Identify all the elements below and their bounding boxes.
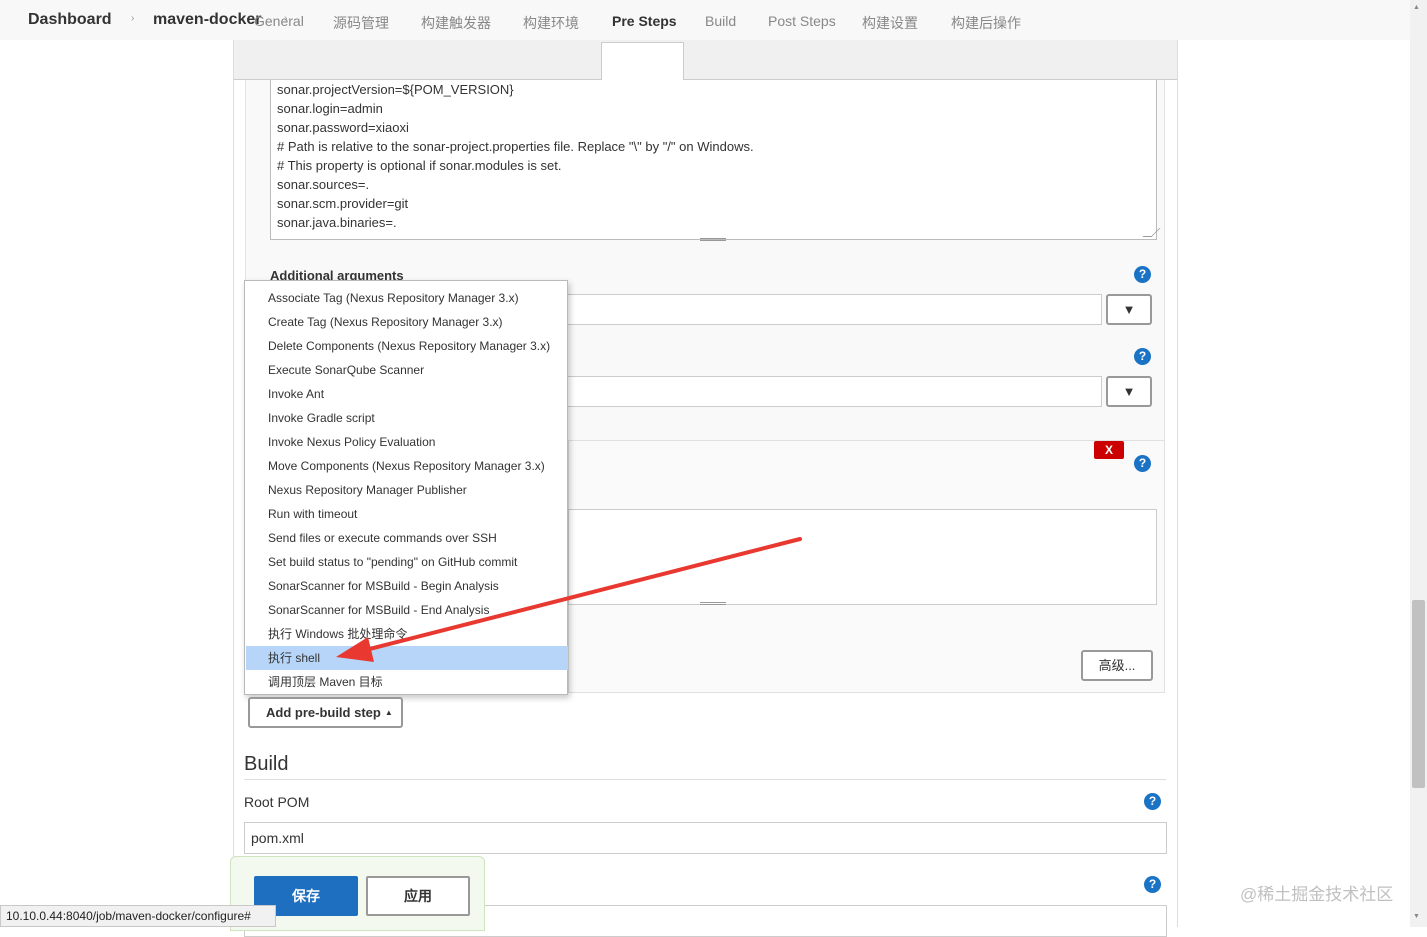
textarea-line: sonar.java.binaries=. [277, 215, 397, 230]
textarea-line: sonar.sources=. [277, 177, 370, 192]
analysis-properties-textarea[interactable]: sonar.projectVersion=${POM_VERSION} sona… [270, 80, 1157, 240]
textarea-line: sonar.scm.provider=git [277, 196, 409, 211]
menu-item[interactable]: 执行 Windows 批处理命令 [246, 622, 568, 646]
help-icon[interactable]: ? [1134, 455, 1151, 472]
menu-item[interactable]: Send files or execute commands over SSH [246, 526, 568, 550]
menu-item[interactable]: Set build status to "pending" on GitHub … [246, 550, 568, 574]
menu-item[interactable]: Associate Tag (Nexus Repository Manager … [246, 286, 568, 310]
menu-item[interactable]: SonarScanner for MSBuild - Begin Analysi… [246, 574, 568, 598]
expand-dropdown-button[interactable]: ▼ [1106, 294, 1152, 325]
textarea-resize-grip[interactable] [700, 602, 726, 605]
tab-build-environment[interactable]: 构建环境 [523, 13, 579, 33]
help-icon[interactable]: ? [1134, 348, 1151, 365]
menu-item[interactable]: Invoke Ant [246, 382, 568, 406]
menu-item[interactable]: Create Tag (Nexus Repository Manager 3.x… [246, 310, 568, 334]
watermark: @稀土掘金技术社区 [1240, 885, 1394, 904]
pre-build-step-menu: Associate Tag (Nexus Repository Manager … [244, 280, 568, 695]
menu-item[interactable]: Move Components (Nexus Repository Manage… [246, 454, 568, 478]
tab-general[interactable]: General [254, 13, 304, 29]
add-pre-build-step-label: Add pre-build step [266, 705, 381, 720]
menu-item[interactable]: Execute SonarQube Scanner [246, 358, 568, 382]
advanced-button[interactable]: 高级... [1081, 650, 1153, 681]
scroll-down-arrow-icon[interactable]: ▼ [1413, 913, 1420, 920]
tab-build[interactable]: Build [705, 13, 736, 29]
breadcrumb-dashboard-link[interactable]: Dashboard [28, 11, 112, 29]
root-pom-label: Root POM [244, 794, 310, 810]
tab-post-steps[interactable]: Post Steps [768, 13, 836, 29]
root-pom-input[interactable]: pom.xml [244, 822, 1167, 854]
textarea-line: sonar.login=admin [277, 101, 383, 116]
tab-post-build-actions[interactable]: 构建后操作 [951, 13, 1021, 33]
expand-dropdown-button[interactable]: ▼ [1106, 376, 1152, 407]
help-icon[interactable]: ? [1134, 266, 1151, 283]
menu-item[interactable]: Run with timeout [246, 502, 568, 526]
menu-item[interactable]: Delete Components (Nexus Repository Mana… [246, 334, 568, 358]
tab-pre-steps[interactable]: Pre Steps [612, 13, 677, 29]
section-divider [244, 779, 1166, 780]
apply-button[interactable]: 应用 [366, 876, 470, 916]
status-url-bar: 10.10.0.44:8040/job/maven-docker/configu… [0, 905, 276, 927]
menu-item[interactable]: Invoke Nexus Policy Evaluation [246, 430, 568, 454]
menu-item-selected[interactable]: 执行 shell [246, 646, 568, 670]
textarea-line: sonar.password=xiaoxi [277, 120, 409, 135]
textarea-line: sonar.projectVersion=${POM_VERSION} [277, 82, 514, 97]
add-pre-build-step-button[interactable]: Add pre-build step ▲ [248, 697, 403, 728]
menu-item[interactable]: SonarScanner for MSBuild - End Analysis [246, 598, 568, 622]
tab-build-triggers[interactable]: 构建触发器 [421, 13, 491, 33]
delete-step-button[interactable]: X [1094, 441, 1124, 459]
textarea-line: # This property is optional if sonar.mod… [277, 158, 562, 173]
active-tab-background [601, 42, 684, 81]
help-icon[interactable]: ? [1144, 793, 1161, 810]
caret-up-icon: ▲ [384, 708, 393, 717]
help-icon[interactable]: ? [1144, 876, 1161, 893]
breadcrumb-job-link[interactable]: maven-docker [153, 11, 262, 29]
command-textarea[interactable] [568, 509, 1157, 605]
textarea-resize-grip[interactable] [700, 238, 726, 241]
jvm-options-input[interactable] [566, 376, 1102, 407]
tab-build-settings[interactable]: 构建设置 [862, 13, 918, 33]
tab-scm[interactable]: 源码管理 [333, 13, 389, 33]
menu-item[interactable]: Nexus Repository Manager Publisher [246, 478, 568, 502]
breadcrumb-chevron-icon[interactable]: › [131, 13, 134, 24]
scrollbar-thumb[interactable] [1412, 600, 1425, 788]
scroll-up-arrow-icon[interactable]: ▲ [1413, 4, 1420, 11]
config-tab-bar [234, 40, 1177, 80]
textarea-line: # Path is relative to the sonar-project.… [277, 139, 754, 154]
additional-arguments-input[interactable] [566, 294, 1102, 325]
build-section-heading: Build [244, 753, 289, 775]
menu-item[interactable]: Invoke Gradle script [246, 406, 568, 430]
menu-item[interactable]: 调用顶层 Maven 目标 [246, 670, 568, 694]
